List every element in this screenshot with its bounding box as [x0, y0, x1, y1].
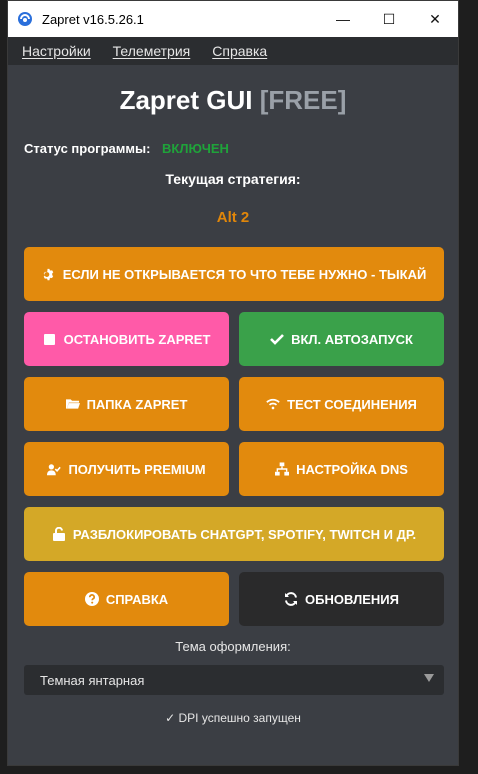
maximize-icon: ☐ — [382, 10, 396, 27]
main-panel: Zapret GUI [FREE] Статус программы: ВКЛЮ… — [8, 65, 458, 765]
get-premium-label: ПОЛУЧИТЬ PREMIUM — [68, 461, 206, 477]
help-me-label: ЕСЛИ НЕ ОТКРЫВАЕТСЯ ТО ЧТО ТЕБЕ НУЖНО - … — [62, 266, 427, 282]
network-icon — [275, 462, 290, 476]
question-icon — [84, 592, 99, 606]
gear-icon — [42, 267, 56, 281]
get-premium-button[interactable]: ПОЛУЧИТЬ PREMIUM — [24, 442, 229, 496]
dpi-status: ✓ DPI успешно запущен — [165, 711, 301, 725]
help-button[interactable]: СПРАВКА — [24, 572, 229, 626]
unblock-services-button[interactable]: РАЗБЛОКИРОВАТЬ CHATGPT, SPOTIFY, TWITCH … — [24, 507, 444, 561]
theme-selected-value: Темная янтарная — [40, 672, 145, 688]
dns-settings-label: НАСТРОЙКА DNS — [296, 461, 408, 477]
updates-button[interactable]: ОБНОВЛЕНИЯ — [239, 572, 444, 626]
theme-label: Тема оформления: — [175, 639, 291, 654]
check-icon — [270, 332, 285, 346]
minimize-icon: — — [336, 11, 350, 27]
chevron-down-icon — [424, 674, 434, 682]
theme-select[interactable]: Темная янтарная — [24, 665, 444, 695]
license-tag: [FREE] — [259, 85, 347, 115]
maximize-button[interactable]: ☐ — [366, 1, 412, 37]
stop-zapret-label: ОСТАНОВИТЬ ZAPRET — [63, 331, 211, 347]
title-bar: Zapret v16.5.26.1 — ☐ ✕ — [8, 1, 458, 37]
stop-icon — [43, 332, 57, 346]
dns-settings-button[interactable]: НАСТРОЙКА DNS — [239, 442, 444, 496]
strategy-label: Текущая стратегия: — [165, 171, 301, 187]
open-folder-label: ПАПКА ZAPRET — [86, 396, 188, 412]
close-icon: ✕ — [429, 10, 441, 27]
menu-item-help[interactable]: Справка — [212, 43, 267, 59]
wifi-icon — [266, 397, 280, 411]
menu-item-telemetry[interactable]: Телеметрия — [113, 43, 191, 59]
app-window: Zapret v16.5.26.1 — ☐ ✕ Настройки Телеме… — [7, 0, 459, 766]
folder-icon — [65, 397, 80, 411]
window-title: Zapret v16.5.26.1 — [42, 11, 144, 27]
app-logo-icon — [18, 12, 32, 26]
updates-label: ОБНОВЛЕНИЯ — [305, 591, 399, 607]
close-button[interactable]: ✕ — [412, 1, 458, 37]
app-name: Zapret GUI — [119, 85, 253, 115]
help-label: СПРАВКА — [105, 591, 169, 607]
autostart-button[interactable]: ВКЛ. АВТОЗАПУСК — [239, 312, 444, 366]
refresh-icon — [284, 592, 298, 606]
status-value: ВКЛЮЧЕН — [162, 141, 229, 156]
stop-zapret-button[interactable]: ОСТАНОВИТЬ ZAPRET — [24, 312, 229, 366]
menu-item-settings[interactable]: Настройки — [22, 43, 91, 59]
unblock-services-label: РАЗБЛОКИРОВАТЬ CHATGPT, SPOTIFY, TWITCH … — [72, 526, 417, 542]
menu-bar: Настройки Телеметрия Справка — [8, 37, 458, 65]
connection-test-button[interactable]: ТЕСТ СОЕДИНЕНИЯ — [239, 377, 444, 431]
strategy-value: Alt 2 — [216, 209, 250, 226]
status-label: Статус программы: — [24, 141, 151, 156]
page-title: Zapret GUI [FREE] — [8, 85, 458, 116]
connection-test-label: ТЕСТ СОЕДИНЕНИЯ — [287, 396, 417, 412]
minimize-button[interactable]: — — [320, 1, 366, 37]
unlock-icon — [52, 527, 66, 541]
user-check-icon — [47, 462, 62, 476]
open-folder-button[interactable]: ПАПКА ZAPRET — [24, 377, 229, 431]
program-status: Статус программы: ВКЛЮЧЕН — [24, 141, 229, 156]
autostart-label: ВКЛ. АВТОЗАПУСК — [291, 331, 413, 347]
help-me-button[interactable]: ЕСЛИ НЕ ОТКРЫВАЕТСЯ ТО ЧТО ТЕБЕ НУЖНО - … — [24, 247, 444, 301]
